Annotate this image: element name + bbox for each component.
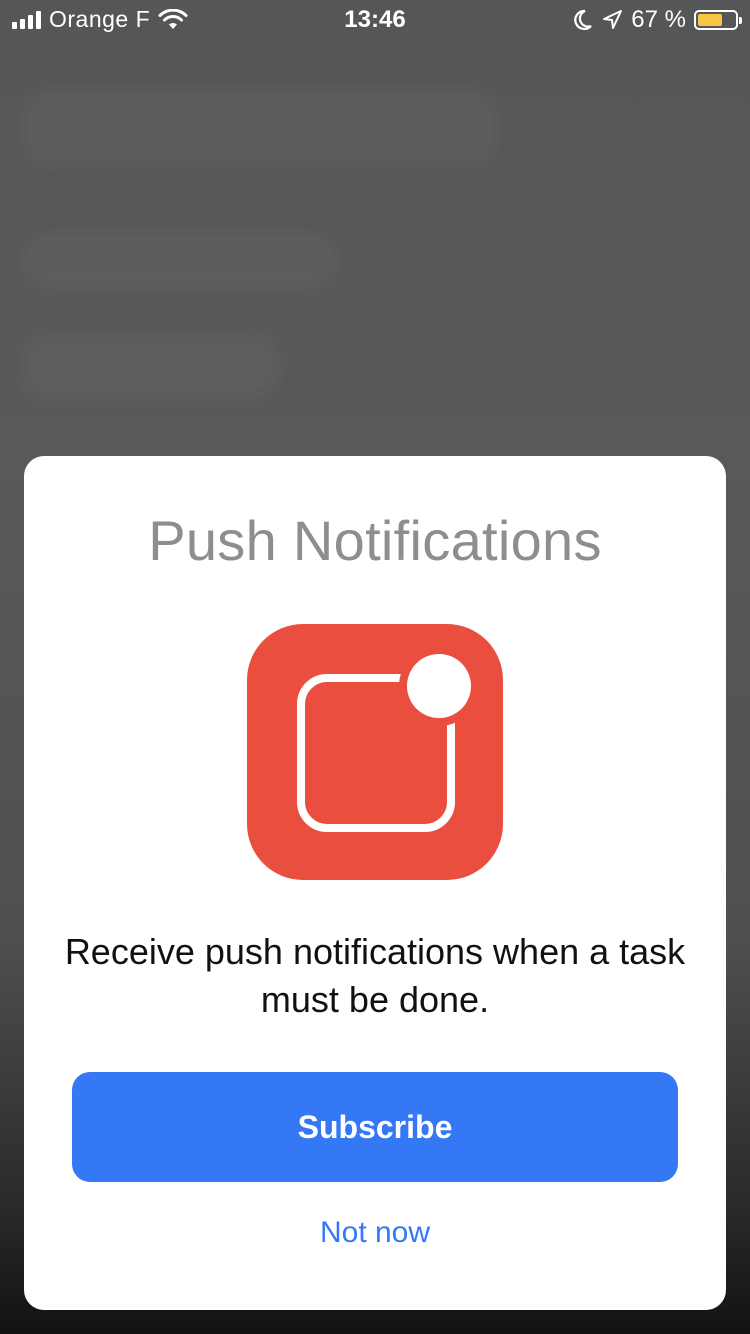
background-blur-shape [20, 330, 280, 400]
background-blur-shape [20, 90, 500, 170]
location-icon [603, 10, 623, 29]
battery-level-fill [698, 14, 723, 26]
not-now-button[interactable]: Not now [225, 1208, 525, 1258]
notification-badge-icon [247, 624, 503, 880]
status-bar: Orange F 13:46 67 % [0, 0, 750, 42]
subscribe-button[interactable]: Subscribe [72, 1072, 678, 1182]
background-blur-shape [20, 230, 340, 290]
moon-icon [574, 9, 593, 31]
battery-percent: 67 % [631, 6, 686, 33]
push-notification-dialog: Push Notifications Receive push notifica… [24, 456, 726, 1310]
dialog-message: Receive push notifications when a task m… [64, 931, 686, 1020]
status-right: 67 % [573, 6, 742, 34]
battery-nub [739, 17, 742, 24]
dialog-title: Push Notifications [148, 509, 602, 572]
battery-icon [694, 10, 742, 30]
